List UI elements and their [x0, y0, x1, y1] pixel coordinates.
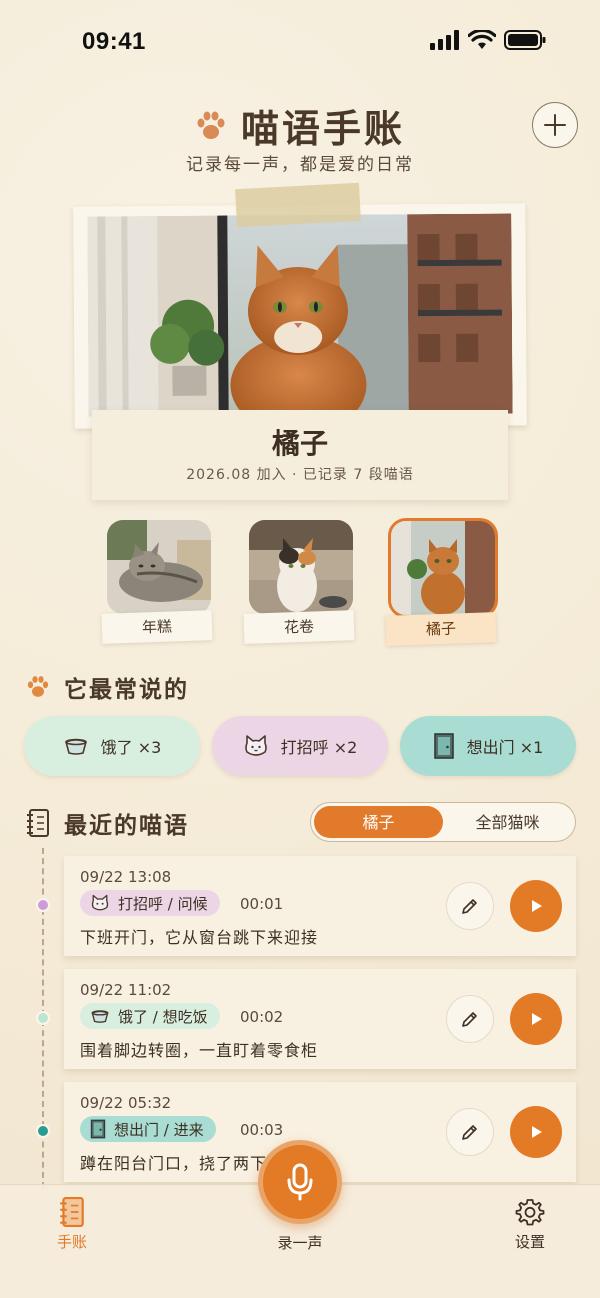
tab-settings-label: 设置 [514, 1233, 545, 1251]
timeline-dot [36, 898, 50, 912]
notebook-icon [27, 809, 49, 837]
entry-tag: 饿了 / 想吃饭 [80, 1003, 220, 1029]
cat-thumb-juzi [388, 518, 498, 618]
cat-card-juzi[interactable]: 橘子 [385, 518, 498, 646]
phrase-pill-greeting[interactable]: 打招呼 ×2 [212, 716, 388, 776]
cat-photo-frame [73, 203, 527, 429]
edit-button[interactable] [446, 1108, 494, 1156]
paw-icon [197, 111, 225, 139]
plus-icon [544, 114, 566, 136]
cat-label-juzi: 橘子 [385, 612, 497, 646]
entry-tag-label: 饿了 / 想吃饭 [118, 1007, 208, 1026]
bowl-icon [64, 738, 87, 755]
entry-timestamp: 09/22 11:02 [80, 981, 172, 999]
pill-label-greeting: 打招呼 ×2 [280, 738, 358, 757]
add-cat-button[interactable] [532, 102, 578, 148]
notebook-icon [60, 1197, 84, 1227]
filter-current-cat[interactable]: 橘子 [314, 806, 443, 838]
entry-duration: 00:01 [240, 895, 284, 913]
cat-label-huajuan: 花卷 [243, 610, 355, 644]
microphone-icon [287, 1163, 313, 1201]
entry-timestamp: 09/22 13:08 [80, 868, 172, 886]
pencil-icon [462, 1012, 477, 1027]
cat-card-huajuan[interactable]: 花卷 [243, 520, 356, 644]
app-screen: 09:41 喵语手账 记录每一声，都是爱的日常 橘子 2026.08 加入 · … [0, 0, 600, 1298]
play-icon [532, 1013, 542, 1025]
play-icon [532, 1126, 542, 1138]
entry-tag: 打招呼 / 问候 [80, 890, 220, 916]
recent-heading-text: 最近的喵语 [64, 813, 189, 839]
wifi-icon [468, 30, 496, 49]
entry-tag-label: 打招呼 / 问候 [118, 894, 208, 913]
bowl-icon [91, 1010, 109, 1023]
record-button-label: 录一声 [277, 1234, 323, 1252]
cat-thumb-huajuan [249, 520, 353, 614]
play-button[interactable] [510, 993, 562, 1045]
filter-all-cats[interactable]: 全部猫咪 [443, 806, 572, 838]
tab-settings[interactable]: 设置 [508, 1197, 552, 1252]
paw-icon [27, 676, 49, 697]
app-header: 喵语手账 [0, 98, 600, 153]
cat-card-niangao[interactable]: 年糕 [101, 520, 214, 644]
cat-face-icon [244, 735, 267, 756]
play-icon [532, 900, 542, 912]
signal-icon [430, 30, 459, 50]
play-button[interactable] [510, 880, 562, 932]
play-button[interactable] [510, 1106, 562, 1158]
pill-label-hungry: 饿了 ×3 [100, 738, 162, 757]
tab-journal-label: 手账 [56, 1233, 87, 1251]
entry-duration: 00:02 [240, 1008, 284, 1026]
cat-profile-card: 橘子 2026.08 加入 · 已记录 7 段喵语 [92, 410, 508, 500]
pencil-icon [462, 899, 477, 914]
entry-description: 围着脚边转圈，一直盯着零食柜 [80, 1041, 319, 1060]
cat-face-icon [91, 894, 109, 911]
door-icon [433, 733, 454, 759]
entry-description: 蹲在阳台门口，挠了两下门 [80, 1154, 285, 1173]
cat-thumb-niangao [107, 520, 211, 614]
recent-section-heading: 最近的喵语 [26, 806, 189, 840]
door-icon [90, 1119, 106, 1139]
frequent-section-heading: 它最常说的 [26, 670, 189, 704]
status-bar: 09:41 [0, 0, 600, 80]
cat-label-niangao: 年糕 [101, 610, 213, 644]
page-title: 喵语手账 [240, 106, 405, 151]
cat-filter-toggle: 橘子 全部猫咪 [310, 802, 576, 842]
frequent-heading-text: 它最常说的 [64, 677, 189, 703]
page-subtitle: 记录每一声，都是爱的日常 [186, 155, 414, 175]
tab-journal[interactable]: 手账 [52, 1197, 92, 1252]
edit-button[interactable] [446, 995, 494, 1043]
entry-tag-label: 想出门 / 进来 [114, 1120, 204, 1139]
pencil-icon [462, 1125, 477, 1140]
recording-entry[interactable]: 09/22 13:08 打招呼 / 问候 00:01 下班开门，它从窗台跳下来迎… [64, 856, 576, 956]
timeline-dot [36, 1124, 50, 1138]
record-button[interactable] [258, 1140, 342, 1224]
gear-icon [515, 1199, 545, 1226]
edit-button[interactable] [446, 882, 494, 930]
cat-name: 橘子 [271, 427, 328, 460]
recording-entry[interactable]: 09/22 11:02 饿了 / 想吃饭 00:02 围着脚边转圈，一直盯着零食… [64, 969, 576, 1069]
cat-meta: 2026.08 加入 · 已记录 7 段喵语 [186, 467, 414, 483]
entry-tag: 想出门 / 进来 [80, 1116, 216, 1142]
washi-tape [235, 182, 361, 228]
phrase-pill-go-out[interactable]: 想出门 ×1 [400, 716, 576, 776]
entry-duration: 00:03 [240, 1121, 284, 1139]
timeline-dot [36, 1011, 50, 1025]
status-icons [430, 30, 546, 50]
phrase-pill-hungry[interactable]: 饿了 ×3 [24, 716, 200, 776]
entry-description: 下班开门，它从窗台跳下来迎接 [80, 928, 319, 947]
entry-timestamp: 09/22 05:32 [80, 1094, 172, 1112]
battery-icon [504, 30, 546, 50]
status-time: 09:41 [82, 28, 146, 55]
cat-photo [87, 213, 513, 417]
pill-label-go-out: 想出门 ×1 [466, 738, 544, 757]
